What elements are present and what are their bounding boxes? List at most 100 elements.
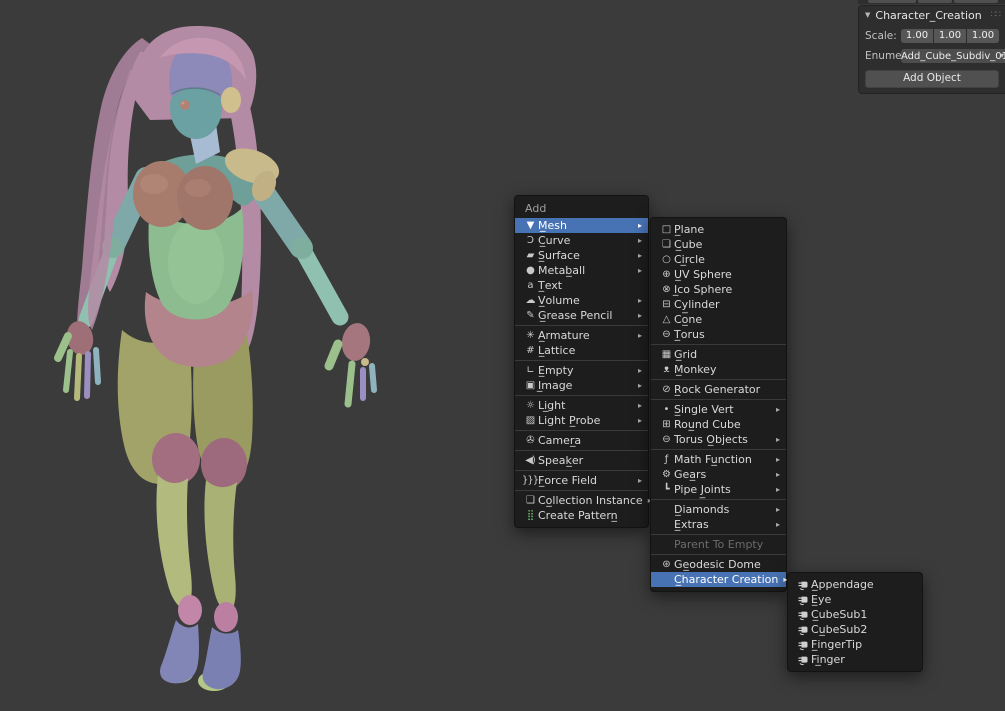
menu-item-cube[interactable]: ❏ C̲ube (651, 237, 786, 252)
menu-separator (651, 534, 786, 535)
lattice-icon: # (522, 343, 538, 358)
menu-item-force-field[interactable]: }}} F̲orce Field ▸ (515, 473, 648, 488)
menu-item-cylinder[interactable]: ⊟ Cy̲linder (651, 297, 786, 312)
submenu-arrow-icon: ▸ (633, 473, 642, 488)
menu-item-geodesic-dome[interactable]: ⊛ Ge̲odesic Dome (651, 557, 786, 572)
armature-icon: ✳ (522, 328, 538, 343)
drag-grip-icon[interactable]: ∷∷ (991, 10, 1000, 20)
light-probe-icon: ▨ (522, 413, 538, 428)
menu-item-cubesub2[interactable]: Cu̲beSub2 (788, 622, 922, 637)
menu-item-torus-objects[interactable]: ⊖ Torus O̲bjects ▸ (651, 432, 786, 447)
menu-separator (651, 344, 786, 345)
uv-sphere-icon: ⊕ (658, 267, 674, 282)
menu-item-finger[interactable]: Fi̲nger (788, 652, 922, 667)
mesh-icon: ▼ (522, 218, 538, 233)
menu-item-grease-pencil[interactable]: ✎ G̲rease Pencil ▸ (515, 308, 648, 323)
submenu-arrow-icon: ▸ (633, 363, 642, 378)
menu-item-light[interactable]: ☼ Li̲ght ▸ (515, 398, 648, 413)
menu-separator (651, 554, 786, 555)
grease-pencil-icon: ✎ (522, 308, 538, 323)
submenu-arrow-icon: ▸ (771, 452, 780, 467)
menu-item-camera[interactable]: ✇ Camer̲a (515, 433, 648, 448)
monkey-icon: ᴥ (658, 362, 674, 377)
menu-separator (515, 430, 648, 431)
submenu-arrow-icon: ▸ (633, 293, 642, 308)
menu-separator (651, 399, 786, 400)
add-menu-title: Add (515, 200, 648, 218)
menu-item-collection-instance[interactable]: ❑ Co̲llection Instance ▸ (515, 493, 648, 508)
plane-icon: □ (658, 222, 674, 237)
menu-item-appendage[interactable]: A̲ppendage (788, 577, 922, 592)
volume-icon: ☁ (522, 293, 538, 308)
menu-item-light-probe[interactable]: ▨ Light P̲robe ▸ (515, 413, 648, 428)
plugin-icon (795, 638, 811, 651)
submenu-arrow-icon: ▸ (771, 467, 780, 482)
menu-item-single-vert[interactable]: • S̲ingle Vert ▸ (651, 402, 786, 417)
menu-item-image[interactable]: ▣ I̲mage ▸ (515, 378, 648, 393)
menu-item-cone[interactable]: △ Co̲ne (651, 312, 786, 327)
menu-item-metaball[interactable]: ● Metab̲all ▸ (515, 263, 648, 278)
menu-separator (515, 360, 648, 361)
menu-item-mesh[interactable]: ▼ M̲esh ▸ (515, 218, 648, 233)
menu-item-surface[interactable]: ▰ S̲urface ▸ (515, 248, 648, 263)
panel-title: Character_Creation (875, 9, 990, 22)
grid-icon: ▦ (658, 347, 674, 362)
mesh-submenu: □ P̲lane ❏ C̲ube ○ Ci̲rcle ⊕ U̲V Sphere … (650, 217, 787, 592)
cylinder-icon: ⊟ (658, 297, 674, 312)
menu-item-ico-sphere[interactable]: ⊗ I̲co Sphere (651, 282, 786, 297)
menu-item-torus[interactable]: ⊖ T̲orus (651, 327, 786, 342)
enumerator-dropdown[interactable]: Add_Cube_Subdiv_01 ▾ (901, 49, 1005, 63)
menu-item-cubesub1[interactable]: C̲ubeSub1 (788, 607, 922, 622)
enumerator-label: Enume... (865, 50, 901, 62)
menu-item-gears[interactable]: ⚙ Gea̲rs ▸ (651, 467, 786, 482)
menu-item-fingertip[interactable]: F̲ingerTip (788, 637, 922, 652)
menu-item-character-creation[interactable]: C̲haracter Creation ▸ (651, 572, 786, 587)
menu-item-uv-sphere[interactable]: ⊕ U̲V Sphere (651, 267, 786, 282)
menu-item-speaker[interactable]: ◀) Speak̲er (515, 453, 648, 468)
rock-generator-icon: ⊘ (658, 382, 674, 397)
scale-x-field[interactable]: 1.00 (901, 29, 933, 43)
plugin-icon (795, 608, 811, 621)
panel-header[interactable]: ▼ Character_Creation ∷∷ (859, 6, 1005, 23)
menu-item-grid[interactable]: ▦ G̲rid (651, 347, 786, 362)
text-icon: a (522, 278, 538, 293)
submenu-arrow-icon: ▸ (633, 308, 642, 323)
menu-item-math-function[interactable]: ƒ Math Fu̲nction ▸ (651, 452, 786, 467)
submenu-arrow-icon: ▸ (633, 378, 642, 393)
collection-instance-icon: ❑ (522, 493, 538, 508)
menu-item-rock-generator[interactable]: ⊘ R̲ock Generator (651, 382, 786, 397)
light-icon: ☼ (522, 398, 538, 413)
menu-item-lattice[interactable]: # L̲attice (515, 343, 648, 358)
geodesic-dome-icon: ⊛ (658, 557, 674, 572)
menu-item-volume[interactable]: ☁ V̲olume ▸ (515, 293, 648, 308)
menu-item-pipe-joints[interactable]: ┗ Pipe J̲oints ▸ (651, 482, 786, 497)
menu-item-monkey[interactable]: ᴥ M̲onkey (651, 362, 786, 377)
add-object-button[interactable]: Add Object (865, 70, 999, 88)
submenu-arrow-icon: ▸ (633, 248, 642, 263)
menu-separator (515, 490, 648, 491)
viewport-character-model (0, 0, 430, 711)
menu-item-empty[interactable]: ∟ E̲mpty ▸ (515, 363, 648, 378)
menu-item-extras[interactable]: E̲xtras ▸ (651, 517, 786, 532)
menu-item-diamonds[interactable]: D̲iamonds ▸ (651, 502, 786, 517)
scale-y-field[interactable]: 1.00 (934, 29, 966, 43)
menu-item-round-cube[interactable]: ⊞ Rou̲nd Cube (651, 417, 786, 432)
submenu-arrow-icon: ▸ (771, 402, 780, 417)
menu-item-armature[interactable]: ✳ A̲rmature ▸ (515, 328, 648, 343)
enumerator-row: Enume... Add_Cube_Subdiv_01 ▾ (865, 49, 999, 63)
menu-item-circle[interactable]: ○ Ci̲rcle (651, 252, 786, 267)
scale-z-field[interactable]: 1.00 (967, 29, 999, 43)
menu-item-eye[interactable]: E̲ye (788, 592, 922, 607)
menu-item-create-pattern[interactable]: ⣿ Create Pattern̲ (515, 508, 648, 523)
menu-item-text[interactable]: a T̲ext (515, 278, 648, 293)
curve-icon: Ɔ (522, 233, 538, 248)
plugin-icon (795, 653, 811, 666)
collapse-caret-icon[interactable]: ▼ (865, 11, 870, 19)
menu-item-curve[interactable]: Ɔ C̲urve ▸ (515, 233, 648, 248)
menu-item-plane[interactable]: □ P̲lane (651, 222, 786, 237)
cone-icon: △ (658, 312, 674, 327)
submenu-arrow-icon: ▸ (633, 263, 642, 278)
scale-label: Scale: (865, 30, 901, 42)
scale-row: Scale: 1.00 1.00 1.00 (865, 29, 999, 43)
submenu-arrow-icon: ▸ (771, 517, 780, 532)
